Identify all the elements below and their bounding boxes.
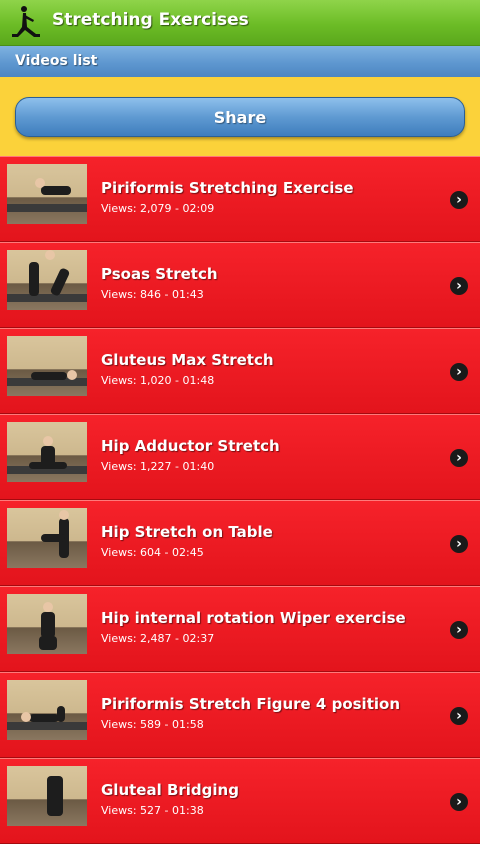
video-meta: Views: 2,079 - 02:09 — [101, 202, 215, 215]
video-item[interactable]: Gluteus Max Stretch Views: 1,020 - 01:48… — [0, 328, 480, 414]
video-title: Hip Stretch on Table — [101, 523, 273, 541]
video-thumbnail — [7, 422, 87, 482]
video-meta: Views: 2,487 - 02:37 — [101, 632, 215, 645]
video-thumbnail — [7, 594, 87, 654]
chevron-right-icon: › — [450, 449, 468, 467]
video-thumbnail — [7, 250, 87, 310]
video-title: Piriformis Stretch Figure 4 position — [101, 695, 400, 713]
video-meta: Views: 1,227 - 01:40 — [101, 460, 215, 473]
video-item[interactable]: Hip internal rotation Wiper exercise Vie… — [0, 586, 480, 672]
video-meta: Views: 604 - 02:45 — [101, 546, 204, 559]
video-meta: Views: 527 - 01:38 — [101, 804, 204, 817]
video-thumbnail — [7, 680, 87, 740]
yoga-pose-icon — [12, 6, 40, 37]
chevron-right-icon: › — [450, 621, 468, 639]
chevron-right-icon: › — [450, 277, 468, 295]
video-item[interactable]: Piriformis Stretch Figure 4 position Vie… — [0, 672, 480, 758]
video-meta: Views: 589 - 01:58 — [101, 718, 204, 731]
video-item[interactable]: Psoas Stretch Views: 846 - 01:43 › — [0, 242, 480, 328]
chevron-right-icon: › — [450, 363, 468, 381]
video-item[interactable]: Hip Adductor Stretch Views: 1,227 - 01:4… — [0, 414, 480, 500]
video-title: Hip internal rotation Wiper exercise — [101, 609, 406, 627]
video-thumbnail — [7, 164, 87, 224]
video-item[interactable]: Gluteal Bridging Views: 527 - 01:38 › — [0, 758, 480, 844]
video-title: Hip Adductor Stretch — [101, 437, 280, 455]
video-item[interactable]: Hip Stretch on Table Views: 604 - 02:45 … — [0, 500, 480, 586]
video-title: Piriformis Stretching Exercise — [101, 179, 354, 197]
video-title: Gluteal Bridging — [101, 781, 239, 799]
chevron-right-icon: › — [450, 793, 468, 811]
video-thumbnail — [7, 508, 87, 568]
app-title: Stretching Exercises — [52, 10, 249, 30]
video-meta: Views: 846 - 01:43 — [101, 288, 204, 301]
video-list: Piriformis Stretching Exercise Views: 2,… — [0, 156, 480, 844]
share-button[interactable]: Share — [15, 97, 465, 137]
video-title: Gluteus Max Stretch — [101, 351, 274, 369]
chevron-right-icon: › — [450, 191, 468, 209]
video-meta: Views: 1,020 - 01:48 — [101, 374, 215, 387]
video-thumbnail — [7, 336, 87, 396]
video-item[interactable]: Piriformis Stretching Exercise Views: 2,… — [0, 156, 480, 242]
video-title: Psoas Stretch — [101, 265, 218, 283]
section-header: Videos list — [0, 46, 480, 77]
title-bar: Stretching Exercises — [0, 0, 480, 46]
chevron-right-icon: › — [450, 707, 468, 725]
section-title: Videos list — [15, 53, 98, 69]
video-thumbnail — [7, 766, 87, 826]
chevron-right-icon: › — [450, 535, 468, 553]
share-area: Share — [0, 77, 480, 156]
